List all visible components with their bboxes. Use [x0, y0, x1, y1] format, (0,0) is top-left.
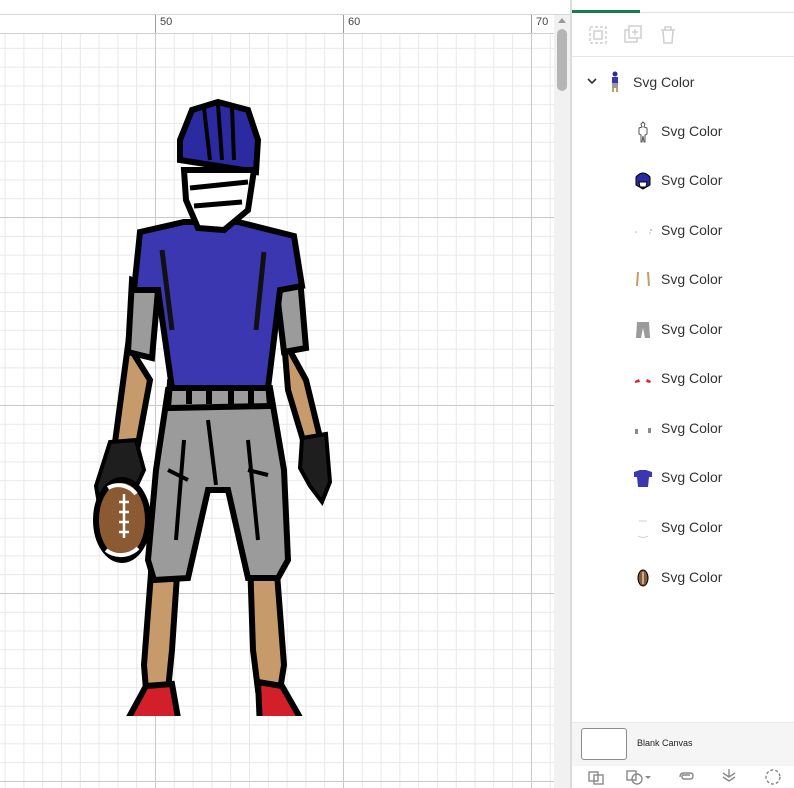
layer-label: Svg Color [661, 321, 723, 337]
ruler-label-50: 50 [160, 16, 173, 28]
ruler-tick [343, 15, 344, 33]
contour-icon[interactable] [763, 768, 783, 786]
duplicate-icon[interactable] [622, 24, 644, 46]
layer-label: Svg Color [661, 569, 723, 585]
ruler-tick [531, 15, 532, 33]
active-tab-indicator [572, 10, 640, 13]
ruler-label-70: 70 [536, 16, 549, 28]
layers-panel: Svg Color Svg Color Svg Color Svg Color … [572, 0, 794, 788]
football-thumbnail [637, 569, 649, 587]
toolbar-separator [572, 56, 794, 57]
blank-canvas-swatch[interactable] [581, 728, 627, 760]
layer-group-row[interactable]: Svg Color [572, 66, 794, 100]
canvas-vertical-scrollbar[interactable] [554, 15, 570, 788]
scrollbar-thumb[interactable] [557, 29, 567, 91]
layer-row-arms[interactable]: Svg Color [572, 262, 794, 298]
combine-dropdown-caret-icon[interactable] [642, 768, 654, 786]
scroll-up-arrow-icon[interactable] [558, 18, 566, 23]
blank-canvas-bar[interactable]: Blank Canvas [572, 722, 794, 767]
layer-label: Svg Color [661, 222, 723, 238]
layer-row-football[interactable]: Svg Color [572, 560, 794, 596]
trash-icon[interactable] [657, 24, 679, 46]
layer-label: Svg Color [661, 469, 723, 485]
chevron-down-icon[interactable] [585, 74, 599, 88]
ruler-tick [155, 15, 156, 33]
helmet-thumbnail [635, 172, 651, 190]
horizontal-ruler: 50 60 70 [0, 15, 554, 34]
layer-row-jersey[interactable]: Svg Color [572, 460, 794, 496]
football-player-image[interactable] [88, 90, 338, 716]
blank-canvas-label: Blank Canvas [637, 738, 693, 748]
layer-label: Svg Color [661, 519, 723, 535]
group-icon[interactable] [587, 24, 609, 46]
layer-label: Svg Color [661, 172, 723, 188]
specks-thumbnail [635, 229, 652, 234]
design-canvas[interactable] [0, 34, 554, 788]
layer-row-socks[interactable]: Svg Color [572, 411, 794, 447]
jersey-thumbnail [634, 470, 652, 487]
attach-icon[interactable] [676, 768, 696, 786]
layer-label: Svg Color [661, 370, 723, 386]
layer-label: Svg Color [661, 420, 723, 436]
layer-label: Svg Color [661, 123, 723, 139]
arms-thumbnail [636, 271, 650, 287]
layer-row-outline[interactable]: Svg Color [572, 114, 794, 150]
layer-row-shoes[interactable]: Svg Color [572, 361, 794, 397]
layers-bottom-toolbar [572, 766, 794, 788]
layer-row-laces[interactable]: Svg Color [572, 510, 794, 546]
canvas-top-strip [0, 0, 571, 15]
layer-row-helmet[interactable]: Svg Color [572, 163, 794, 199]
layer-row-specks[interactable]: Svg Color [572, 213, 794, 249]
flatten-icon[interactable] [719, 768, 739, 786]
group-label: Svg Color [633, 74, 695, 90]
socks-thumbnail [635, 428, 651, 434]
outline-thumbnail [638, 121, 648, 143]
ruler-label-60: 60 [348, 16, 361, 28]
pants-thumbnail [636, 322, 650, 338]
layer-label: Svg Color [661, 271, 723, 287]
group-thumbnail [612, 71, 618, 92]
laces-thumbnail [637, 520, 649, 538]
slice-icon[interactable] [586, 768, 606, 786]
layer-row-pants[interactable]: Svg Color [572, 312, 794, 348]
shoes-thumbnail [635, 379, 651, 383]
